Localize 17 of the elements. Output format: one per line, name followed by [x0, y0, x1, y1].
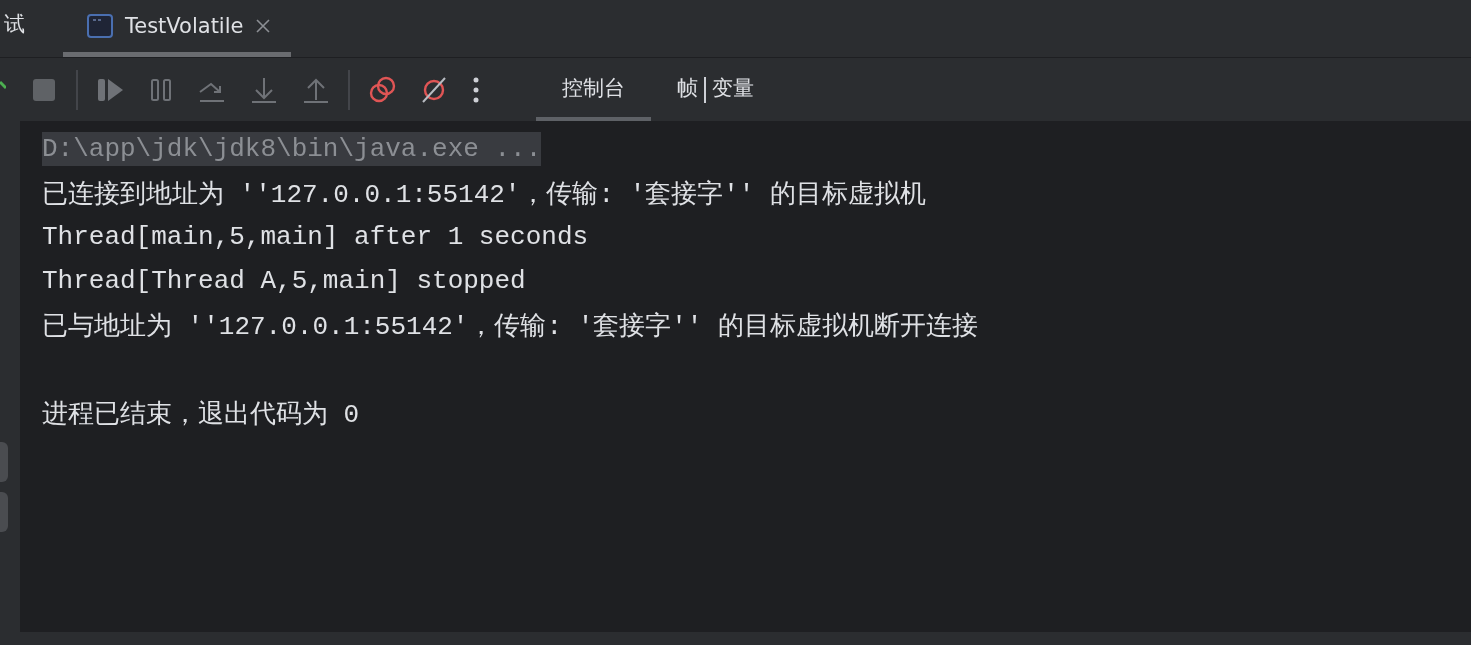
close-icon[interactable] [255, 18, 272, 34]
view-tab[interactable]: 控制台 [536, 58, 651, 121]
exit-message: 进程已结束，退出代码为 0 [42, 398, 360, 431]
step-into-icon[interactable] [250, 75, 278, 104]
side-button[interactable] [0, 442, 8, 482]
side-button[interactable] [0, 492, 8, 532]
output-line: Thread[Thread A,5,main] stopped [42, 266, 526, 296]
console-icon [87, 14, 113, 38]
session-tab[interactable]: 试 [0, 0, 33, 57]
view-tab[interactable]: 变量 [706, 58, 780, 121]
output-line: Thread[main,5,main] after 1 seconds [42, 222, 589, 252]
breakpoints-icon[interactable] [368, 75, 396, 104]
mute-breakpoints-icon[interactable] [420, 75, 448, 104]
view-tab[interactable]: 帧 [651, 58, 704, 121]
more-icon[interactable] [472, 75, 480, 104]
output-line: 已连接到地址为 ''127.0.0.1:55142'，传输: '套接字'' 的目标虚拟机 [42, 178, 927, 211]
output-line: 已与地址为 ''127.0.0.1:55142'，传输: '套接字'' 的目标虚拟机断开连接 [42, 310, 979, 343]
